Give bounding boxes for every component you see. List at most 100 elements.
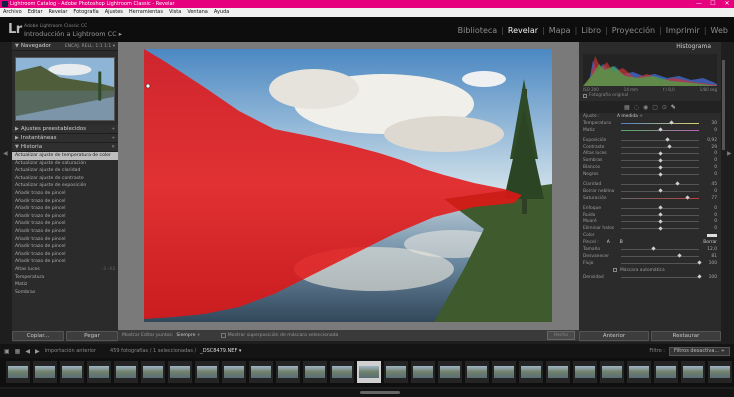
- histogram-header[interactable]: Histograma: [579, 42, 721, 51]
- filmstrip-thumbnail[interactable]: [708, 361, 732, 383]
- filmstrip-scroll-handle[interactable]: [360, 391, 400, 394]
- slider-track[interactable]: [621, 205, 699, 210]
- slider-row[interactable]: Muaré 0: [583, 218, 717, 225]
- slider-thumb[interactable]: [651, 246, 656, 252]
- slider-thumb[interactable]: [657, 226, 663, 231]
- slider-row[interactable]: Eliminar halos 0: [583, 225, 717, 232]
- slider-density[interactable]: Densidad 100: [583, 274, 717, 281]
- slider-thumb[interactable]: [657, 212, 663, 217]
- slider-row[interactable]: Temperatura 30: [583, 120, 717, 127]
- history-item[interactable]: Actualizar ajuste de exposición: [12, 182, 118, 190]
- slider-value[interactable]: 0: [703, 128, 717, 133]
- slider-track[interactable]: [621, 274, 702, 279]
- slider-row[interactable]: Exposición 0,92: [583, 137, 717, 144]
- presets-header[interactable]: ▶ Ajustes preestablecidos +: [12, 125, 118, 134]
- reset-button[interactable]: Restaurar: [651, 331, 721, 341]
- history-item[interactable]: Temperatura: [12, 274, 118, 282]
- module-libro[interactable]: Libro: [581, 26, 601, 35]
- filmstrip-thumbnail[interactable]: [222, 361, 246, 383]
- slider-row[interactable]: Claridad 45: [583, 181, 717, 188]
- slider-value[interactable]: 0: [703, 158, 717, 163]
- filmstrip-thumbnail[interactable]: [303, 361, 327, 383]
- photo-with-mask-overlay[interactable]: [144, 49, 552, 322]
- slider-thumb[interactable]: [675, 181, 680, 187]
- menu-fotografia[interactable]: Fotografía: [70, 8, 101, 17]
- history-item[interactable]: Altas luces -3 -43: [12, 266, 118, 274]
- slider-row[interactable]: Ruido 0: [583, 212, 717, 219]
- filmstrip-thumbnail[interactable]: [87, 361, 111, 383]
- module-biblioteca[interactable]: Biblioteca: [458, 26, 498, 35]
- import-source[interactable]: Importación anterior: [45, 348, 96, 354]
- history-item[interactable]: Añadir trazo de pincel: [12, 243, 118, 251]
- module-revelar[interactable]: Revelar: [508, 26, 538, 35]
- add-snapshot-icon[interactable]: +: [111, 136, 115, 141]
- red-eye-icon[interactable]: ◉: [643, 104, 648, 111]
- slider-value[interactable]: 100: [703, 275, 717, 280]
- filmstrip-thumbnail[interactable]: [195, 361, 219, 383]
- slider-thumb[interactable]: [657, 205, 663, 210]
- filmstrip-thumbnail[interactable]: [438, 361, 462, 383]
- filmstrip-thumbnail[interactable]: [60, 361, 84, 383]
- slider-value[interactable]: 29: [703, 145, 717, 150]
- slider-track[interactable]: [621, 151, 699, 156]
- filmstrip-thumbnail[interactable]: [330, 361, 354, 383]
- left-panel-collapse-icon[interactable]: ◀: [3, 150, 9, 157]
- original-photo-checkbox[interactable]: [583, 93, 587, 98]
- slider-track[interactable]: [621, 144, 699, 149]
- color-swatch[interactable]: [707, 234, 717, 238]
- slider-thumb[interactable]: [669, 120, 674, 125]
- right-panel-scrollbar[interactable]: [722, 60, 725, 150]
- overlay-checkbox[interactable]: [220, 333, 226, 338]
- slider-value[interactable]: 0: [703, 206, 717, 211]
- filmstrip-thumbnail[interactable]: [465, 361, 489, 383]
- slider-value[interactable]: 100: [703, 261, 717, 266]
- filmstrip-thumbnail[interactable]: [681, 361, 705, 383]
- slider-track[interactable]: [621, 158, 699, 163]
- filmstrip-thumbnail[interactable]: [276, 361, 300, 383]
- paste-button[interactable]: Pegar: [66, 331, 118, 341]
- slider-row[interactable]: Negros 0: [583, 171, 717, 178]
- filmstrip-thumbnail[interactable]: [6, 361, 30, 383]
- history-item[interactable]: Añadir trazo de pincel: [12, 236, 118, 244]
- slider-row[interactable]: Matiz 0: [583, 127, 717, 134]
- slider-value[interactable]: 0: [703, 151, 717, 156]
- slider-value[interactable]: 77: [703, 196, 717, 201]
- second-window-icon[interactable]: ▣: [4, 348, 10, 355]
- slider-thumb[interactable]: [677, 253, 682, 258]
- slider-thumb[interactable]: [665, 137, 670, 142]
- slider-thumb[interactable]: [657, 165, 663, 170]
- slider-row[interactable]: Borrar neblina 0: [583, 188, 717, 195]
- slider-track[interactable]: [621, 165, 699, 170]
- filmstrip-thumbnail[interactable]: [114, 361, 138, 383]
- file-name[interactable]: _DSC8479.NEF ▾: [200, 348, 241, 354]
- slider-value[interactable]: 30: [703, 121, 717, 126]
- navigator-preview[interactable]: [15, 57, 115, 121]
- slider-track[interactable]: [621, 226, 699, 231]
- slider-value[interactable]: 0,92: [703, 138, 717, 143]
- filmstrip-scrollbar[interactable]: [0, 389, 734, 397]
- history-item[interactable]: Actualizar ajuste de claridad: [12, 167, 118, 175]
- slider-row[interactable]: Blancos 0: [583, 164, 717, 171]
- slider-value[interactable]: 0: [703, 165, 717, 170]
- spot-removal-icon[interactable]: ◌: [634, 104, 639, 111]
- back-arrow-icon[interactable]: ◀: [25, 348, 30, 355]
- slider-row[interactable]: Sombras 0: [583, 157, 717, 164]
- slider-thumb[interactable]: [667, 144, 672, 149]
- effect-select[interactable]: A medida ÷: [617, 114, 643, 119]
- filmstrip-thumbnail[interactable]: [411, 361, 435, 383]
- menu-ventana[interactable]: Ventana: [184, 8, 211, 17]
- menu-ayuda[interactable]: Ayuda: [211, 8, 232, 17]
- filmstrip-thumbnail[interactable]: [627, 361, 651, 383]
- slider-value[interactable]: 0: [703, 213, 717, 218]
- filmstrip-thumbnail[interactable]: [573, 361, 597, 383]
- done-button[interactable]: Hecho: [546, 331, 575, 340]
- history-item[interactable]: Añadir trazo de pincel: [12, 213, 118, 221]
- radial-filter-icon[interactable]: ⊙: [662, 104, 667, 111]
- slider-track[interactable]: [621, 219, 699, 224]
- clear-history-icon[interactable]: ✕: [111, 145, 115, 150]
- filmstrip-thumbnail[interactable]: [249, 361, 273, 383]
- slider-value[interactable]: 45: [703, 182, 717, 187]
- slider-track[interactable]: [621, 137, 699, 142]
- slider-value[interactable]: 81: [703, 254, 717, 259]
- show-pins-select[interactable]: Siempre ÷: [176, 333, 200, 338]
